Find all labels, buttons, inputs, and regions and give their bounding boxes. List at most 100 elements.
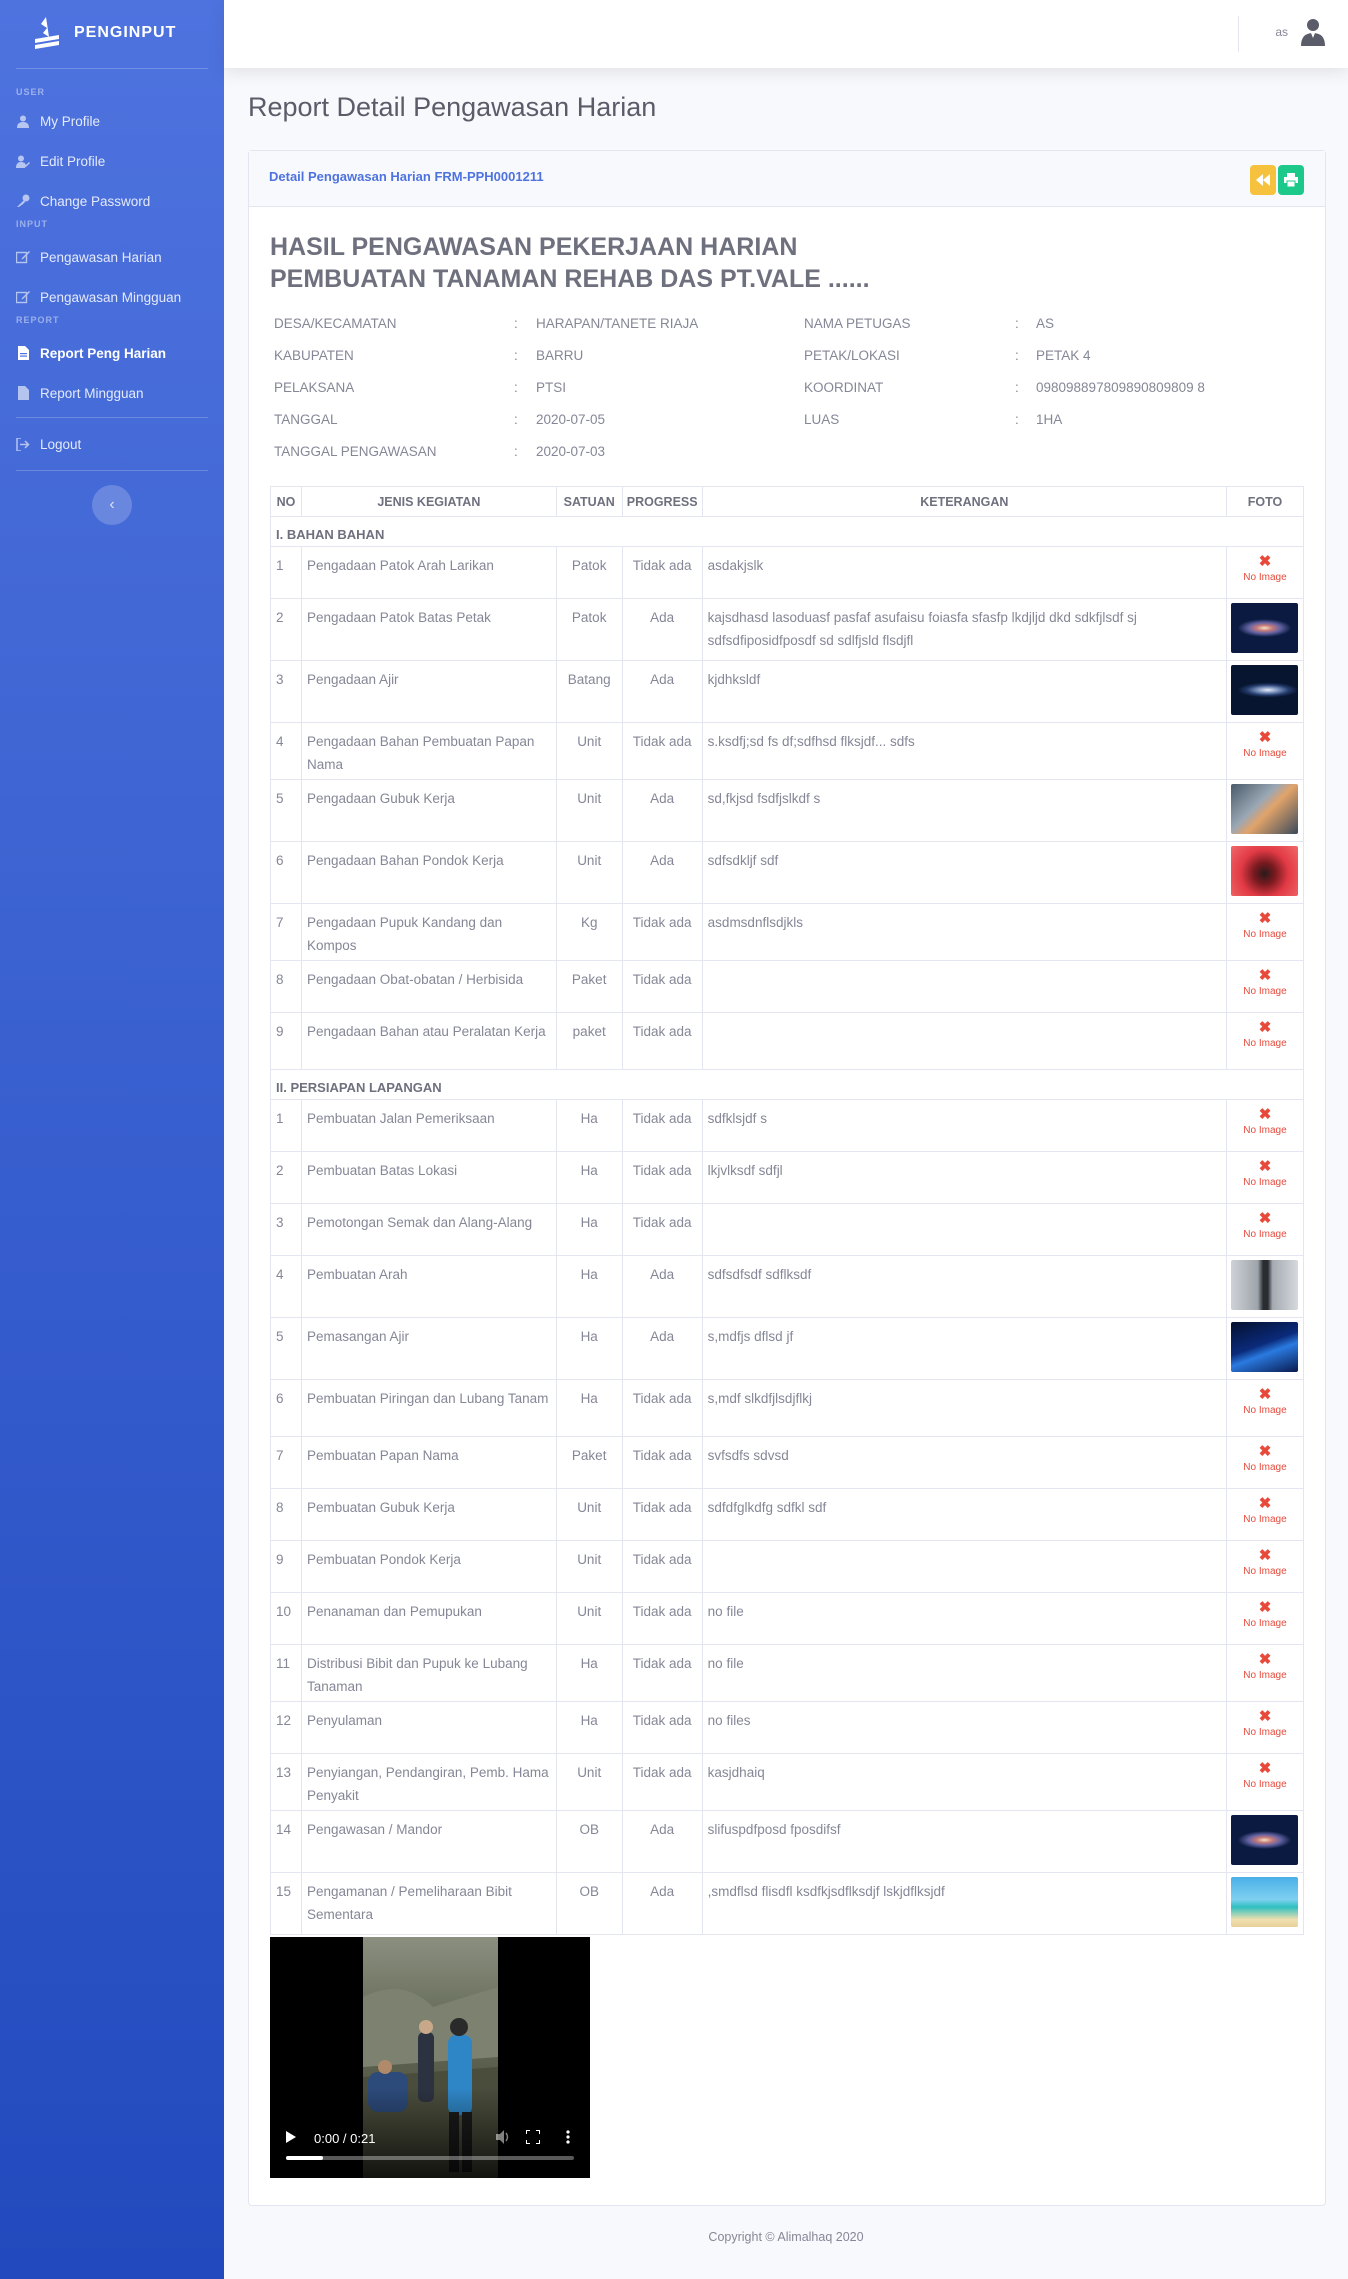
cell-keterangan: sdfklsjdf s [701,1099,1227,1152]
table-row: 8 Pengadaan Obat-obatan / Herbisida Paket T… [270,960,1305,1013]
cell-no: 3 [270,660,302,723]
sidebar: PENGINPUT USER My Profile Edit Profile C… [0,0,224,2279]
table-row: 4 Pengadaan Bahan Pembuatan Papan Nama Uni… [270,722,1305,780]
video-more-button[interactable] [566,2129,570,2147]
sidebar-item-pengawasan-mingguan[interactable]: Pengawasan Mingguan [0,277,224,317]
back-button[interactable] [1250,165,1276,195]
no-image-label: No Image [1243,1229,1287,1240]
video-progress-bar[interactable] [286,2156,574,2160]
cell-keterangan: sdfsdkljf sdf [701,841,1227,904]
play-button[interactable] [286,2130,302,2146]
sidebar-item-my-profile[interactable]: My Profile [0,101,224,141]
photo-thumbnail[interactable] [1231,665,1299,715]
info-value: 2020-07-03 [536,444,606,459]
cell-jenis-kegiatan: Penyulaman [300,1701,557,1754]
edit-icon [16,290,30,304]
cell-foto [1225,1810,1305,1873]
cell-jenis-kegiatan: Pembuatan Arah [300,1255,557,1318]
file-icon [16,386,30,400]
cell-satuan: Ha [555,1151,623,1204]
no-image-label: No Image [1243,748,1287,759]
photo-thumbnail[interactable] [1231,603,1299,653]
cell-keterangan: asdakjslk [701,546,1227,599]
play-icon [286,2130,296,2143]
video-controls: 0:00 / 0:21 [270,2126,590,2150]
table-row: 9 Pembuatan Pondok Kerja Unit Tidak ada ✖ No … [270,1540,1305,1593]
col-header-foto: FOTO [1225,486,1305,517]
volume-button[interactable] [496,2129,512,2147]
cell-progress: Ada [621,1255,703,1318]
user-dropdown[interactable]: as [1275,18,1326,46]
cell-jenis-kegiatan: Penanaman dan Pemupukan [300,1592,557,1645]
info-value: AS [1036,316,1055,331]
cell-foto: ✖ No Image [1225,546,1305,599]
sidebar-item-edit-profile[interactable]: Edit Profile [0,141,224,181]
info-value: PTSI [536,380,567,395]
video-player[interactable]: 0:00 / 0:21 [270,1937,590,2178]
sidebar-toggle-button[interactable]: ‹ [92,485,132,525]
table-row: 11 Distribusi Bibit dan Pupuk ke Lubang T… [270,1644,1305,1702]
cell-progress: Tidak ada [621,1488,703,1541]
fullscreen-button[interactable] [525,2128,541,2147]
cell-jenis-kegiatan: Distribusi Bibit dan Pupuk ke Lubang Tan… [300,1644,557,1702]
sidebar-brand[interactable]: PENGINPUT [0,0,224,66]
cell-no: 12 [270,1701,302,1754]
cell-keterangan: kasjdhaiq [701,1753,1227,1811]
cell-progress: Ada [621,660,703,723]
sidebar-item-pengawasan-harian[interactable]: Pengawasan Harian [0,237,224,277]
sidebar-item-logout[interactable]: Logout [0,424,224,464]
sidebar-item-report-peng-harian[interactable]: Report Peng Harian [0,333,224,373]
print-icon [1284,173,1298,187]
cell-keterangan: slifuspdfposd fposdifsf [701,1810,1227,1873]
section-title: II. PERSIAPAN LAPANGAN [270,1069,1304,1100]
info-colon: : [514,348,518,363]
cell-progress: Ada [621,1872,703,1935]
info-label: TANGGAL [274,412,338,427]
no-image-label: No Image [1243,929,1287,940]
photo-thumbnail[interactable] [1231,1260,1299,1310]
cell-no: 10 [270,1592,302,1645]
cell-keterangan: s,mdf slkdfjlsdjflkj [701,1379,1227,1437]
cell-foto [1225,660,1305,723]
info-label: KOORDINAT [804,380,884,395]
cell-no: 11 [270,1644,302,1702]
sidebar-item-change-password[interactable]: Change Password [0,181,224,221]
cell-foto: ✖ No Image [1225,1099,1305,1152]
sidebar-item-report-mingguan[interactable]: Report Mingguan [0,373,224,413]
cell-keterangan: svfsdfs sdvsd [701,1436,1227,1489]
section-title: I. BAHAN BAHAN [270,516,1304,547]
cell-no: 7 [270,1436,302,1489]
cell-foto: ✖ No Image [1225,1540,1305,1593]
photo-thumbnail[interactable] [1231,1815,1299,1865]
key-icon [16,194,30,208]
cell-jenis-kegiatan: Pembuatan Piringan dan Lubang Tanam [300,1379,557,1437]
fullscreen-icon [525,2128,541,2145]
no-image-label: No Image [1243,1125,1287,1136]
cell-jenis-kegiatan: Pengadaan Patok Batas Petak [300,598,557,661]
cell-keterangan: s,mdfjs dflsd jf [701,1317,1227,1380]
cell-satuan: Ha [555,1255,623,1318]
col-header-progress: PROGRESS [621,486,703,517]
cell-foto: ✖ No Image [1225,903,1305,961]
photo-thumbnail[interactable] [1231,1877,1299,1927]
cell-no: 6 [270,1379,302,1437]
sidebar-item-label: Change Password [40,193,151,209]
photo-thumbnail[interactable] [1231,846,1299,896]
document-title-line-1: HASIL PENGAWASAN PEKERJAAN HARIAN [270,233,798,261]
photo-thumbnail[interactable] [1231,1322,1299,1372]
cell-progress: Tidak ada [621,1701,703,1754]
cell-satuan: Paket [555,1436,623,1489]
sidebar-item-label: Report Mingguan [40,385,144,401]
cell-satuan: Ha [555,1317,623,1380]
cell-satuan: Ha [555,1379,623,1437]
cell-progress: Tidak ada [621,546,703,599]
photo-thumbnail[interactable] [1231,784,1299,834]
info-label: DESA/KECAMATAN [274,316,397,331]
footer-copyright: Copyright © Alimalhaq 2020 [708,2230,864,2244]
cell-progress: Tidak ada [621,1753,703,1811]
print-button[interactable] [1278,165,1304,195]
cell-jenis-kegiatan: Pengadaan Bahan Pembuatan Papan Nama [300,722,557,780]
cell-satuan: Batang [555,660,623,723]
cell-progress: Ada [621,779,703,842]
cell-progress: Ada [621,1810,703,1873]
